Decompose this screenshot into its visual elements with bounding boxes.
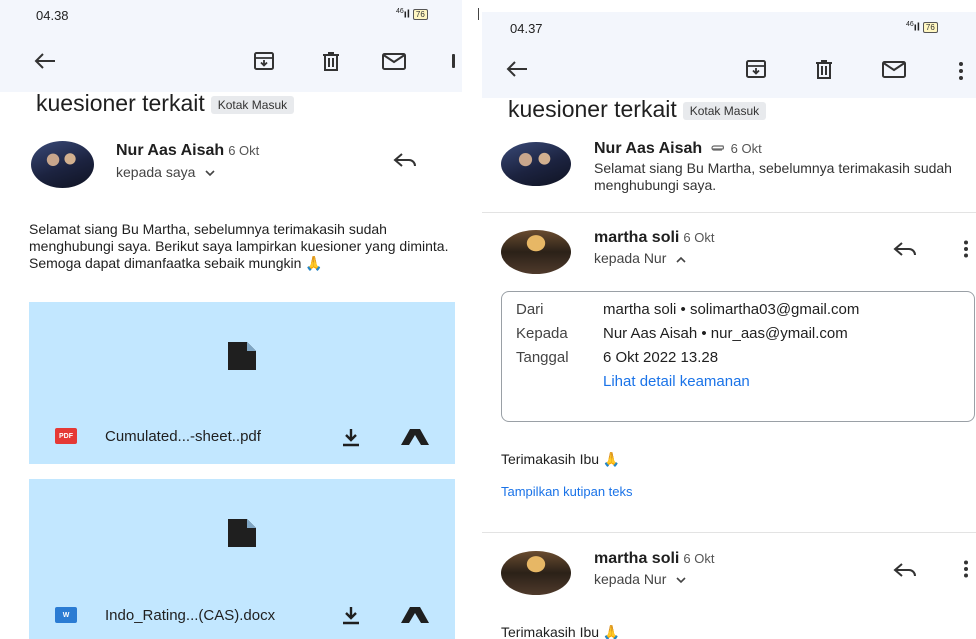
avatar[interactable] xyxy=(501,230,571,274)
security-details-link[interactable]: Lihat detail keamanan xyxy=(603,373,750,390)
drive-icon[interactable] xyxy=(400,428,430,448)
recipient-text: kepada Nur xyxy=(594,250,667,266)
avatar[interactable] xyxy=(31,141,94,188)
sender-name: martha soli xyxy=(594,229,680,246)
mail-icon[interactable] xyxy=(381,48,407,74)
avatar[interactable] xyxy=(501,142,571,186)
sender: Nur Aas Aisah 6 Okt xyxy=(116,142,259,160)
status-icons: 46ıl 76 xyxy=(906,21,938,34)
divider xyxy=(482,212,976,213)
left-screenshot: 04.38 46ıl 76 kuesioner terkait Kotak Mas… xyxy=(0,0,462,639)
more-vert-icon[interactable] xyxy=(963,240,969,258)
to-label: Kepada xyxy=(516,325,568,342)
message-date: 6 Okt xyxy=(683,551,715,566)
drive-icon[interactable] xyxy=(400,606,430,626)
archive-icon[interactable] xyxy=(251,48,277,74)
divider xyxy=(482,532,976,533)
document-icon xyxy=(228,519,256,547)
delete-icon[interactable] xyxy=(811,56,837,82)
subject: kuesioner terkait Kotak Masuk xyxy=(36,90,295,117)
right-screenshot: 04.37 46ıl 76 kuesioner terkait Kotak Mas… xyxy=(482,0,976,639)
archive-icon[interactable] xyxy=(743,56,769,82)
reply-icon[interactable] xyxy=(892,236,918,262)
mail-icon[interactable] xyxy=(881,56,907,82)
panel-divider xyxy=(478,8,479,20)
status-time: 04.37 xyxy=(510,21,543,36)
label-chip[interactable]: Kotak Masuk xyxy=(210,95,295,114)
toolbar xyxy=(482,46,976,98)
date-value: 6 Okt 2022 13.28 xyxy=(603,349,719,366)
message-body: Terimakasih Ibu 🙏 xyxy=(501,451,621,467)
from-label: Dari xyxy=(516,301,544,318)
message-body: Terimakasih Ibu 🙏 xyxy=(501,624,621,639)
delete-icon[interactable] xyxy=(318,48,344,74)
message-body: Selamat siang Bu Martha, sebelumnya teri… xyxy=(29,221,449,271)
recipient-toggle[interactable]: kepada saya xyxy=(116,164,215,180)
message-date: 6 Okt xyxy=(228,143,260,158)
download-icon[interactable] xyxy=(342,606,360,625)
more-icon[interactable] xyxy=(452,54,455,68)
message-date: 6 Okt xyxy=(683,230,715,245)
subject: kuesioner terkait Kotak Masuk xyxy=(508,96,767,123)
reply-icon[interactable] xyxy=(892,557,918,583)
back-arrow-icon[interactable] xyxy=(32,48,58,74)
attachment-card[interactable]: PDF Cumulated...-sheet..pdf xyxy=(29,302,455,464)
sender-name: Nur Aas Aisah xyxy=(594,140,703,157)
status-bar: 04.37 46ıl 76 xyxy=(482,12,976,46)
more-vert-icon[interactable] xyxy=(963,560,969,578)
attachment-name: Indo_Rating...(CAS).docx xyxy=(105,607,276,624)
more-vert-icon[interactable] xyxy=(958,61,964,81)
status-icons: 46ıl 76 xyxy=(396,8,428,21)
sender: Nur Aas Aisah 6 Okt xyxy=(594,140,762,158)
sender: martha soli 6 Okt xyxy=(594,550,714,568)
recipient-text: kepada saya xyxy=(116,164,196,180)
message-date: 6 Okt xyxy=(730,141,762,156)
to-value: Nur Aas Aisah • nur_aas@ymail.com xyxy=(603,325,848,342)
date-label: Tanggal xyxy=(516,349,569,366)
chevron-up-icon xyxy=(676,256,686,263)
word-icon: W xyxy=(55,607,77,623)
recipient-toggle[interactable]: kepada Nur xyxy=(594,250,686,266)
subject-text: kuesioner terkait xyxy=(508,96,677,122)
attachment-card[interactable]: W Indo_Rating...(CAS).docx xyxy=(29,479,455,639)
recipient-text: kepada Nur xyxy=(594,571,667,587)
avatar[interactable] xyxy=(501,551,571,595)
battery-icon: 76 xyxy=(412,8,428,20)
message-details-box: Dari martha soli • solimartha03@gmail.co… xyxy=(501,291,975,422)
battery-icon: 76 xyxy=(922,21,938,33)
attachment-clip-icon xyxy=(711,145,724,151)
chevron-down-icon xyxy=(676,577,686,584)
download-icon[interactable] xyxy=(342,428,360,447)
message-snippet[interactable]: Selamat siang Bu Martha, sebelumnya teri… xyxy=(594,160,964,194)
show-quoted-text-link[interactable]: Tampilkan kutipan teks xyxy=(501,484,633,499)
toolbar xyxy=(0,34,462,92)
label-chip[interactable]: Kotak Masuk xyxy=(682,101,767,120)
status-time: 04.38 xyxy=(36,8,69,23)
sender-name: Nur Aas Aisah xyxy=(116,142,225,159)
recipient-toggle[interactable]: kepada Nur xyxy=(594,571,686,587)
signal-icon: 46ıl xyxy=(396,8,410,21)
pdf-icon: PDF xyxy=(55,428,77,444)
sender: martha soli 6 Okt xyxy=(594,229,714,247)
from-value: martha soli • solimartha03@gmail.com xyxy=(603,301,860,318)
signal-icon: 46ıl xyxy=(906,21,920,34)
document-icon xyxy=(228,342,256,370)
reply-icon[interactable] xyxy=(392,147,418,173)
back-arrow-icon[interactable] xyxy=(504,56,530,82)
subject-text: kuesioner terkait xyxy=(36,90,205,116)
chevron-down-icon xyxy=(205,170,215,177)
attachment-name: Cumulated...-sheet..pdf xyxy=(105,428,261,445)
status-bar: 04.38 46ıl 76 xyxy=(0,0,462,34)
sender-name: martha soli xyxy=(594,550,680,567)
